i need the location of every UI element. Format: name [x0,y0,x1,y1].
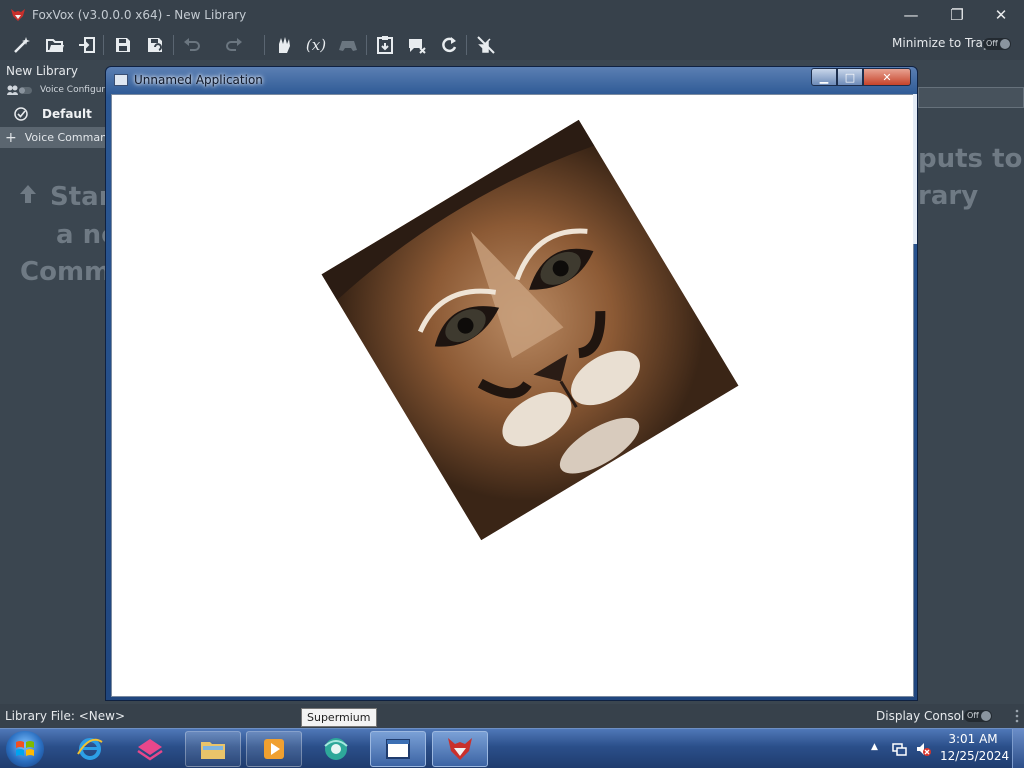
minimize-button[interactable]: — [888,0,934,29]
empty-hint-line3: Comm [20,257,112,287]
popup-close-button[interactable]: ✕ [863,68,911,86]
save-as-icon[interactable] [143,33,167,57]
clipboard-icon[interactable] [373,33,397,57]
popup-maximize-button[interactable]: □ [837,68,863,86]
internet-explorer-icon[interactable] [62,731,118,767]
empty-hint-line1: Star [50,182,112,212]
windows-logo-icon [16,741,34,756]
variables-label: (x) [305,36,327,54]
variables-icon[interactable]: (x) [304,33,328,57]
pink-app-icon[interactable] [122,731,178,767]
supermium-icon[interactable] [308,731,364,767]
arrow-up-icon [20,185,36,203]
volume-muted-icon[interactable] [915,741,931,757]
media-player-icon[interactable] [246,731,302,767]
plus-icon: + [5,129,17,146]
window-icon[interactable] [370,731,426,767]
show-desktop-button[interactable] [1012,729,1024,768]
network-icon[interactable] [891,741,907,757]
import-icon[interactable] [75,33,99,57]
resize-grip-icon[interactable] [1014,708,1020,724]
voice-configuration-toggle[interactable]: Voice Configura [6,84,111,96]
save-icon[interactable] [111,33,135,57]
file-explorer-icon[interactable] [185,731,241,767]
app-title-bar: FoxVox (v3.0.0.0 x64) - New Library — ❐ … [0,0,1024,29]
add-voice-command-button[interactable]: + Voice Comman [0,127,110,148]
display-console-toggle[interactable]: Off [964,710,992,722]
app-title: FoxVox (v3.0.0.0 x64) - New Library [32,7,247,22]
refresh-icon[interactable] [437,33,461,57]
foxvox-icon[interactable] [432,731,488,767]
voice-configuration-label: Voice Configura [40,85,111,95]
window-app-icon [114,74,128,86]
clock-time: 3:01 AM [948,732,998,746]
voice-commands-label: Voice Comman [24,131,108,144]
restore-button[interactable]: ❐ [934,0,980,29]
minimize-to-tray-toggle[interactable]: Off [983,38,1011,50]
open-folder-icon[interactable] [43,33,67,57]
speech-mute-icon[interactable] [405,33,429,57]
profile-name: Default [42,107,92,121]
check-circle-icon [14,107,28,121]
status-bar: Library File: <New> Display Console Off [0,704,1024,728]
library-file-label: Library File: <New> [5,709,125,723]
taskbar-clock[interactable]: 3:01 AM 12/25/2024 [940,731,1010,765]
popup-scrollbar[interactable] [913,94,917,244]
main-toolbar: (x) Minimize to Tray Off [0,29,1024,60]
popup-minimize-button[interactable]: ▁ [811,68,837,86]
profile-default[interactable]: Default [0,103,110,125]
undo-icon[interactable] [180,33,204,57]
display-console-label: Display Console [876,709,972,723]
minimize-to-tray-label: Minimize to Tray [892,36,990,50]
caracal-photo [321,119,739,541]
empty-hint-right1: puts to [918,144,1023,174]
mic-off-icon[interactable] [474,33,498,57]
taskbar-tooltip: Supermium [301,708,377,727]
gamepad-icon[interactable] [336,33,360,57]
magic-wand-icon[interactable] [10,33,34,57]
voice-toggle-icon [7,85,32,95]
unnamed-application-window[interactable]: Unnamed Application ▁ □ ✕ [105,66,918,701]
redo-icon[interactable] [222,33,246,57]
hand-icon[interactable] [272,33,296,57]
tray-expand-icon[interactable]: ▲ [871,742,878,752]
foxvox-logo-icon [11,8,25,21]
clock-date: 12/25/2024 [940,749,1010,763]
library-name: New Library [6,64,78,78]
close-button[interactable]: ✕ [978,0,1024,29]
search-strip[interactable] [918,87,1024,108]
empty-hint-right2: rary [918,181,979,211]
popup-client-area [111,94,914,697]
popup-title: Unnamed Application [134,73,263,87]
windows-start-icon[interactable] [6,731,44,767]
caracal-face-image [321,119,739,541]
